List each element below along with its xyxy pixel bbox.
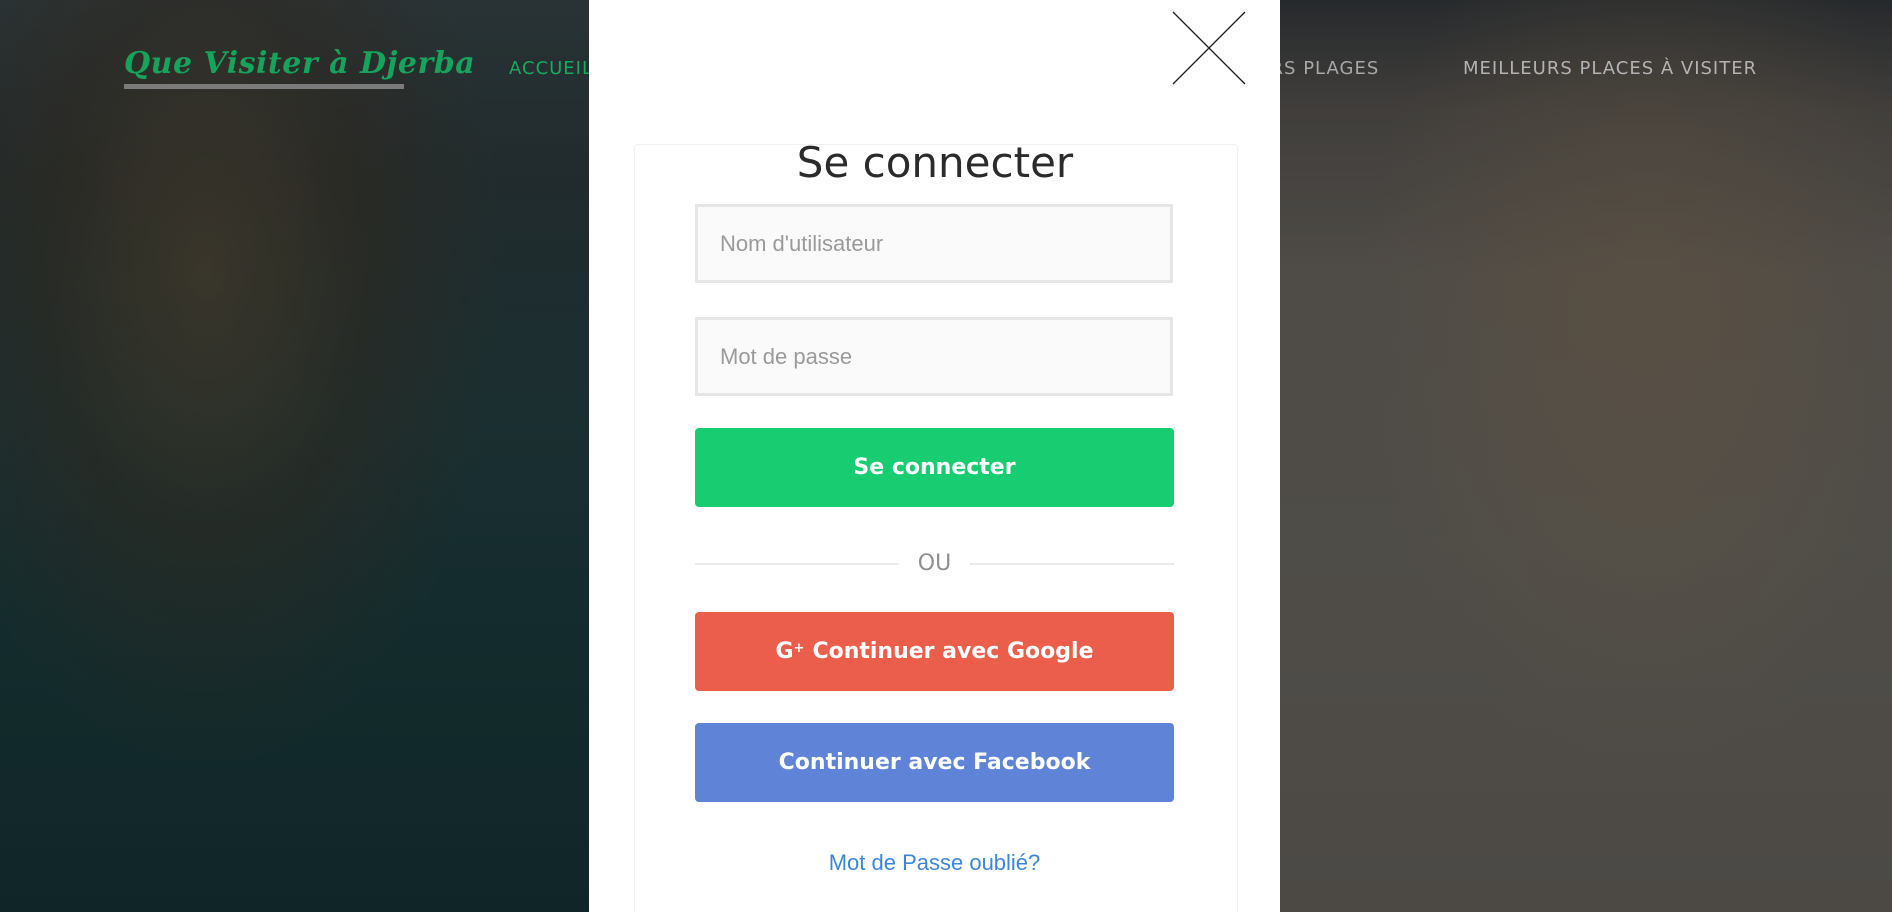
divider-line-right	[970, 563, 1174, 565]
username-input[interactable]	[695, 204, 1173, 283]
site-logo-underline	[124, 84, 404, 89]
login-title: Se connecter	[796, 138, 1074, 187]
google-plus-icon: G+	[775, 639, 804, 664]
nav-link-meilleurs-places[interactable]: Meilleurs Places à Visiter	[1463, 58, 1757, 79]
page: Que Visiter à Djerba Accueil eurs Plages…	[0, 0, 1892, 912]
google-plus-icon-letter: G	[775, 639, 794, 664]
google-login-label: Continuer avec Google	[812, 639, 1094, 664]
divider-line-left	[695, 563, 899, 565]
close-icon	[1172, 11, 1246, 85]
password-input[interactable]	[695, 317, 1173, 396]
facebook-login-button[interactable]: Continuer avec Facebook	[695, 723, 1174, 802]
login-button[interactable]: Se connecter	[695, 428, 1174, 507]
close-button[interactable]	[1172, 11, 1246, 85]
google-login-button[interactable]: G+ Continuer avec Google	[695, 612, 1174, 691]
google-plus-icon-plus: +	[793, 641, 805, 656]
site-logo-link[interactable]: Que Visiter à Djerba	[124, 46, 475, 81]
divider-text: OU	[917, 551, 952, 576]
login-button-label: Se connecter	[853, 455, 1016, 480]
forgot-password-link[interactable]: Mot de Passe oublié?	[695, 850, 1174, 876]
facebook-login-label: Continuer avec Facebook	[778, 750, 1091, 775]
nav-link-accueil[interactable]: Accueil	[509, 58, 593, 79]
